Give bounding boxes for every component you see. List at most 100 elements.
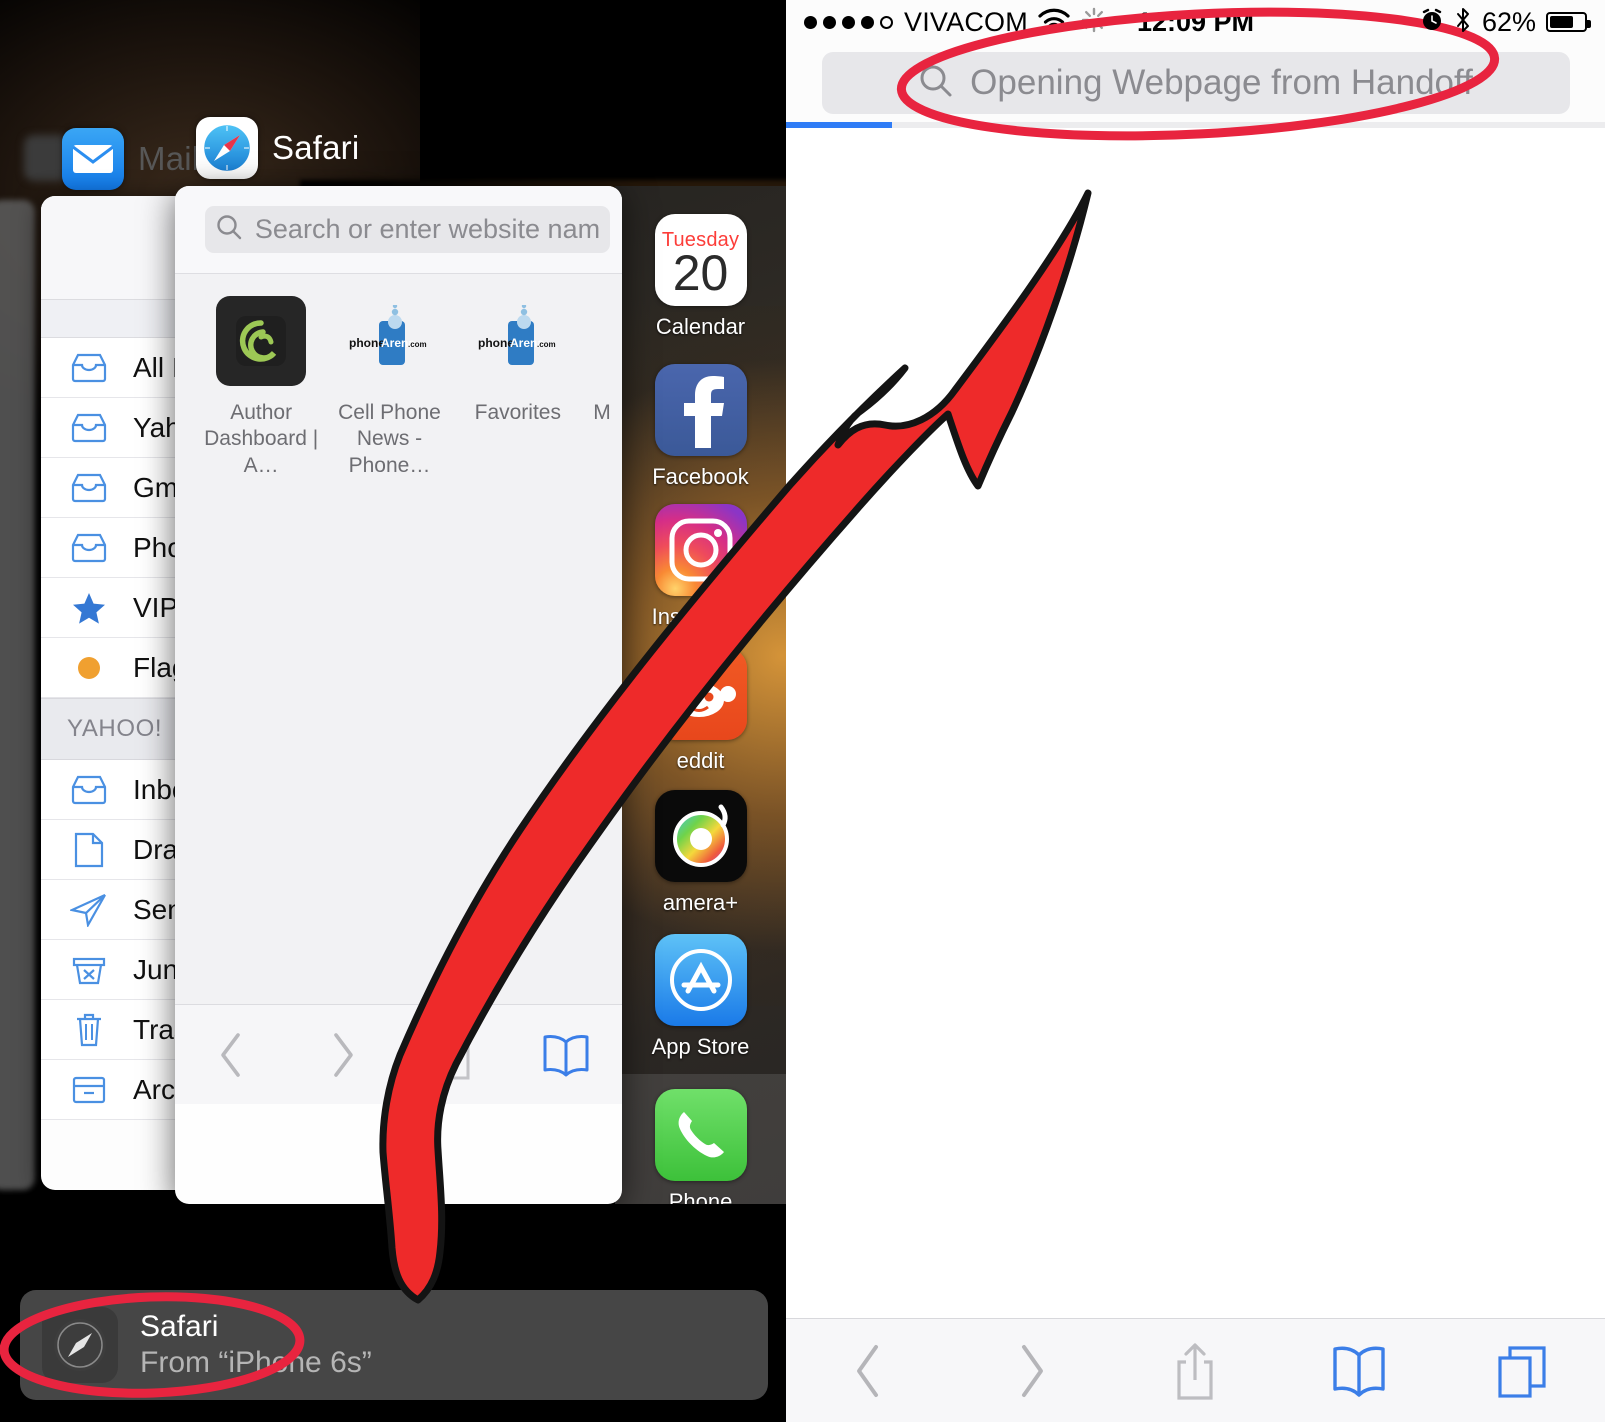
junk-icon [67, 953, 111, 987]
safari-card-forward-button[interactable] [287, 1030, 399, 1080]
inbox-icon [67, 774, 111, 806]
home-app-app-store[interactable]: App Store [615, 934, 786, 1060]
favorite-item[interactable]: Author Dashboard | A… [197, 296, 325, 479]
webpage-content-area [786, 128, 1605, 1318]
handoff-text: Safari From “iPhone 6s” [140, 1310, 372, 1380]
handoff-source-device: From “iPhone 6s” [140, 1346, 372, 1379]
battery-icon [1546, 12, 1591, 32]
safari-app-card[interactable]: Search or enter website nam Author Dashb… [175, 186, 622, 1204]
chevron-left-icon [856, 1344, 878, 1397]
mailbox-label: VIP [133, 591, 179, 623]
archive-icon [67, 1074, 111, 1106]
app-switcher-label-mail: Mail [138, 140, 200, 177]
home-app-camera-plus[interactable]: amera+ [615, 790, 786, 916]
bookmarks-button[interactable] [1277, 1343, 1441, 1399]
search-icon [215, 213, 243, 246]
phonearena-icon: phone Arena .com [344, 296, 435, 386]
svg-text:phone: phone [349, 336, 385, 350]
url-placeholder: Opening Webpage from Handoff [970, 63, 1473, 102]
safari-card-toolbar [175, 1004, 622, 1104]
home-app-label: Instagram [651, 604, 750, 629]
calendar-icon: Tuesday 20 [654, 214, 747, 306]
forward-button[interactable] [950, 1341, 1114, 1401]
tabs-button[interactable] [1441, 1342, 1605, 1400]
mail-account-name: YAHOO! [67, 715, 163, 742]
spinner-icon [1080, 6, 1108, 39]
favorite-caption: Author Dashboard | A… [204, 401, 319, 477]
handoff-app-name: Safari [140, 1310, 219, 1343]
app-store-icon [654, 934, 747, 1026]
partial-icon [581, 296, 622, 386]
safari-loading-screen: VIVACOM 12:09 PM 62% Opening Webpage fro… [786, 0, 1605, 1422]
calendar-day-number: 20 [672, 244, 729, 301]
sent-icon [67, 893, 111, 927]
inbox-icon [67, 532, 111, 564]
home-app-grid: Tuesday 20 Calendar Facebook Instagram e… [615, 186, 786, 1204]
inbox-icon [67, 352, 111, 384]
chevron-left-icon [221, 1032, 240, 1077]
draft-icon [67, 832, 111, 868]
facebook-icon [654, 364, 747, 456]
back-button[interactable] [786, 1341, 950, 1401]
safari-card-bookmarks-button[interactable] [510, 1032, 622, 1078]
phonearena-icon: phone Arena .com [472, 296, 563, 386]
favorite-caption: M [593, 401, 611, 424]
page-load-progress [786, 122, 1605, 128]
favorite-item-partial[interactable]: M [581, 296, 622, 479]
handoff-banner[interactable]: Safari From “iPhone 6s” [20, 1290, 768, 1400]
bluetooth-icon [1454, 7, 1472, 38]
svg-text:.com: .com [537, 340, 556, 349]
svg-text:phone: phone [478, 336, 514, 350]
book-icon [543, 1034, 589, 1076]
status-bar-right: 62% [1420, 6, 1591, 38]
inbox-icon [67, 472, 111, 504]
chevron-right-icon [333, 1032, 353, 1077]
app-switcher-item-mail[interactable]: Mail [62, 128, 199, 190]
home-screen-card[interactable]: Tuesday 20 Calendar Facebook Instagram e… [615, 186, 786, 1204]
safari-card-search-placeholder: Search or enter website nam [254, 214, 601, 244]
safari-card-back-button[interactable] [175, 1030, 287, 1080]
share-button[interactable] [1114, 1340, 1278, 1402]
safari-compass-icon [42, 1307, 118, 1383]
carrier-name: VIVACOM [904, 6, 1028, 37]
safari-favorites-grid: Author Dashboard | A… phone Arena .com C… [175, 296, 622, 479]
ghost-app-card[interactable] [0, 200, 35, 1190]
home-app-facebook[interactable]: Facebook [615, 364, 786, 490]
favorite-item[interactable]: phone Arena .com Cell Phone News - Phone… [325, 296, 453, 479]
home-app-calendar[interactable]: Tuesday 20 Calendar [615, 214, 786, 340]
home-dock-app-phone[interactable]: Phone [615, 1089, 786, 1204]
safari-card-share-button[interactable] [399, 1029, 511, 1081]
phone-icon [654, 1089, 747, 1181]
inbox-icon [67, 412, 111, 444]
safari-toolbar [786, 1318, 1605, 1422]
favorite-caption: Favorites [474, 401, 561, 424]
app-switcher-item-safari[interactable]: Safari [196, 117, 359, 179]
battery-percentage: 62% [1481, 6, 1536, 37]
ghost-logo-icon [216, 296, 307, 386]
home-app-label: eddit [676, 748, 725, 773]
home-app-label: App Store [651, 1034, 750, 1059]
progress-fill [786, 122, 893, 128]
instagram-icon [654, 504, 747, 596]
app-switcher-label-safari: Safari [272, 129, 360, 166]
home-app-label: Calendar [655, 314, 746, 339]
favorite-item[interactable]: phone Arena .com Favorites [454, 296, 582, 479]
safari-url-bar: Opening Webpage from Handoff [786, 44, 1605, 122]
signal-strength-icon [804, 15, 893, 29]
safari-card-search-field[interactable]: Search or enter website nam [205, 206, 610, 253]
trash-icon [67, 1012, 111, 1048]
url-input[interactable]: Opening Webpage from Handoff [821, 52, 1570, 114]
home-app-instagram[interactable]: Instagram [615, 504, 786, 630]
home-app-reddit[interactable]: eddit [615, 648, 786, 774]
home-app-label: amera+ [662, 890, 739, 915]
alarm-icon [1420, 8, 1444, 37]
share-icon [1177, 1342, 1214, 1400]
chevron-right-icon [1021, 1344, 1043, 1397]
reddit-icon [654, 648, 747, 740]
mail-icon [62, 128, 124, 190]
camera-plus-icon [654, 790, 747, 882]
favorite-caption: Cell Phone News - Phone… [338, 401, 441, 477]
flag-dot-icon [67, 656, 111, 679]
star-icon [67, 591, 111, 625]
svg-text:.com: .com [408, 340, 427, 349]
